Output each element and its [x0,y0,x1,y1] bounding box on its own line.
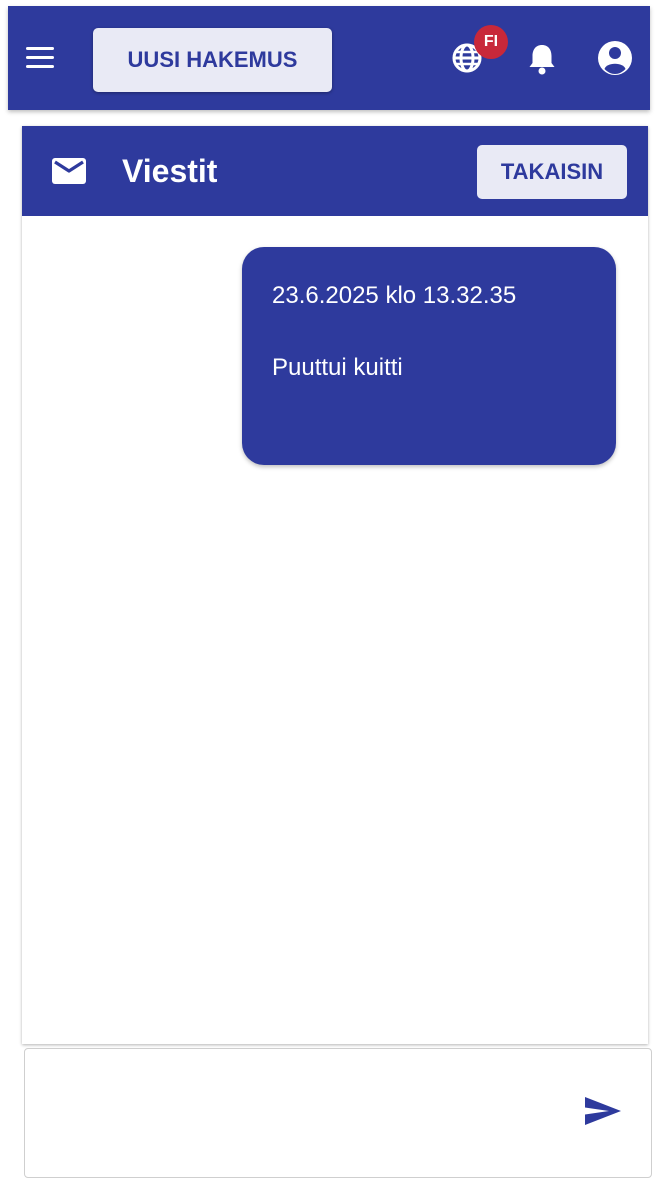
menu-icon[interactable] [22,40,58,76]
message-input[interactable] [43,1063,567,1163]
messages-panel: Viestit TAKAISIN 23.6.2025 klo 13.32.35 … [22,126,648,1044]
send-icon[interactable] [577,1085,629,1137]
messages-header: Viestit TAKAISIN [22,126,648,216]
message-text: Puuttui kuitti [272,354,403,381]
message-composer [24,1048,652,1178]
mail-icon [52,158,86,189]
account-icon[interactable] [593,36,637,80]
language-badge[interactable]: FI [474,25,508,59]
page-title: Viestit [122,153,218,189]
new-application-button[interactable]: UUSI HAKEMUS [93,28,332,92]
bell-icon[interactable] [520,36,564,80]
app-top-bar: UUSI HAKEMUS FI [8,6,650,110]
message-timestamp: 23.6.2025 klo 13.32.35 [272,282,517,309]
message-bubble: 23.6.2025 klo 13.32.35 Puuttui kuitti [242,247,616,465]
back-button[interactable]: TAKAISIN [477,145,627,199]
